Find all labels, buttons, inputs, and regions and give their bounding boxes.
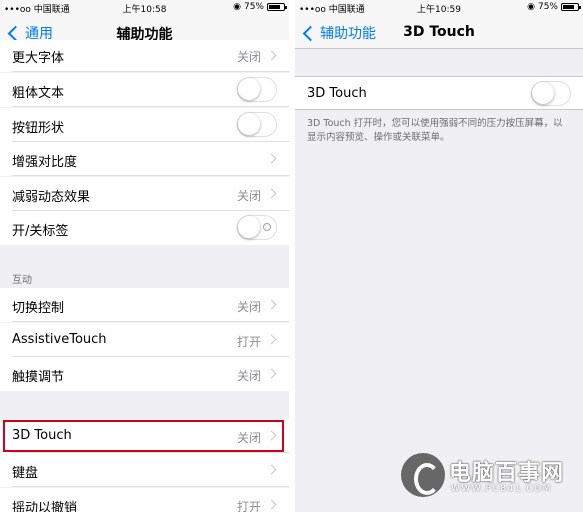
row-label: 按钮形状 [12,121,65,136]
highlight-box [3,420,284,452]
status-bar: •••oo 中国联通 上午10:59 ◉ 75% [295,0,583,16]
watermark-url: WWW.PC841.COM [451,484,552,494]
row-label: 增强对比度 [12,155,78,170]
row-value: 打开 [236,335,261,349]
row-increase-contrast[interactable]: 增强对比度 [0,142,289,176]
page-title: 3D Touch [403,24,475,40]
chevron-right-icon [266,153,277,164]
chevron-right-icon [266,368,277,379]
site-logo-icon [401,453,445,497]
row-label: 3D Touch [307,86,367,101]
status-bar: •••oo 中国联通 上午10:58 ◉ 75% [0,0,289,16]
row-assistivetouch[interactable]: AssistiveTouch 打开 [0,323,289,357]
chevron-right-icon [266,299,277,310]
row-value: 关闭 [236,50,261,64]
3d-touch-description: 3D Touch 打开时，您可以使用强弱不同的压力按压屏幕，以显示内容预览、操作… [307,118,563,143]
battery-icon [267,3,287,11]
3d-touch-screen: •••oo 中国联通 上午10:59 ◉ 75% 辅助功能 3D Touch 3… [295,0,583,512]
row-label: 触摸调节 [12,370,65,385]
on-off-labels-toggle[interactable] [237,215,277,240]
row-larger-text[interactable]: 更大字体 关闭 [0,40,289,72]
row-touch-accommodations[interactable]: 触摸调节 关闭 [0,357,289,391]
row-on-off-labels[interactable]: 开/关标签 [0,211,289,245]
row-label: 减弱动态效果 [12,190,91,205]
row-reduce-motion[interactable]: 减弱动态效果 关闭 [0,177,289,211]
site-watermark: 电脑百事网 WWW.PC841.COM [401,453,571,501]
row-label: AssistiveTouch [12,332,107,347]
chevron-right-icon [266,499,277,510]
battery-percent: 75% [243,2,264,12]
row-button-shapes[interactable]: 按钮形状 [0,108,289,142]
chevron-right-icon [266,334,277,345]
row-label: 粗体文本 [12,86,65,101]
chevron-right-icon [266,188,277,199]
row-3d-touch-switch[interactable]: 3D Touch [295,76,583,110]
row-shake-to-undo[interactable]: 摇动以撤销 打开 [0,488,289,512]
navigation-bar: 辅助功能 3D Touch [295,16,583,49]
row-keyboard[interactable]: 键盘 [0,453,289,487]
chevron-right-icon [266,50,277,61]
battery-icon [561,3,581,11]
row-switch-control[interactable]: 切换控制 关闭 [0,288,289,322]
3d-touch-toggle[interactable] [531,81,571,106]
bold-text-toggle[interactable] [237,77,277,102]
row-value: 关闭 [236,300,261,314]
button-shapes-toggle[interactable] [237,112,277,137]
watermark-text: 电脑百事网 [449,461,565,486]
rotation-lock-icon: ◉ [527,2,535,12]
row-label: 摇动以撤销 [12,501,78,512]
row-label: 切换控制 [12,301,65,316]
row-value: 关闭 [236,189,261,203]
row-value: 打开 [236,500,261,512]
row-label: 更大字体 [12,51,65,66]
row-value: 关闭 [236,369,261,383]
row-label: 键盘 [12,466,39,481]
chevron-right-icon [266,464,277,475]
section-header-interaction: 互动 [12,275,32,286]
battery-percent: 75% [537,2,558,12]
row-bold-text[interactable]: 粗体文本 [0,73,289,107]
accessibility-screen: •••oo 中国联通 上午10:58 ◉ 75% 通用 辅助功能 更大字体 关闭… [0,0,289,512]
row-label: 开/关标签 [12,224,69,239]
rotation-lock-icon: ◉ [233,2,241,12]
